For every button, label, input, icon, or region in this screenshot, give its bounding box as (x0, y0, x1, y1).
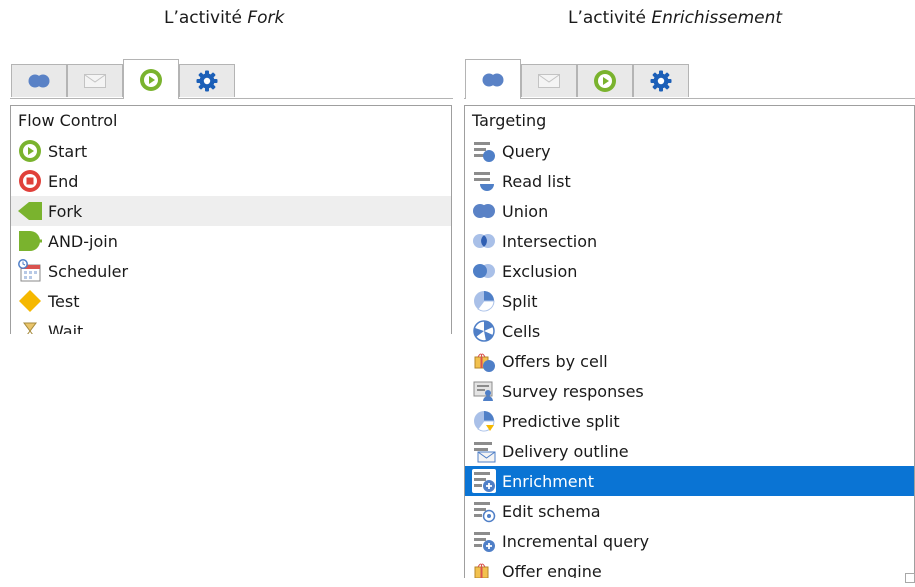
test-icon (19, 290, 41, 312)
tab-flow-control[interactable] (123, 59, 179, 99)
list-item-label: Query (502, 141, 551, 161)
list-item-label: Test (48, 291, 80, 311)
targeting-list: Targeting Query Read list Union Intersec… (464, 105, 915, 578)
list-item-scheduler[interactable]: Scheduler (11, 256, 451, 286)
intersection-icon (473, 234, 495, 248)
list-item-label: Union (502, 201, 549, 221)
list-item-label: Read list (502, 171, 571, 191)
list-item-enrichment[interactable]: Enrichment (465, 466, 914, 496)
list-item-label: Start (48, 141, 88, 161)
list-header-targeting: Targeting (472, 111, 547, 130)
cells-icon (473, 320, 495, 342)
list-item-edit-schema[interactable]: Edit schema (465, 496, 914, 526)
play-icon (594, 70, 616, 92)
fork-activity-palette: Flow Control Start End Fork AND-join Sch… (10, 58, 453, 334)
list-item-label: Intersection (502, 231, 598, 251)
tab-delivery[interactable] (521, 64, 577, 97)
list-item-label: Split (502, 291, 538, 311)
tab-targeting[interactable] (11, 64, 67, 97)
tab-targeting[interactable] (465, 59, 521, 99)
tab-flow-control[interactable] (577, 64, 633, 97)
tab-tools[interactable] (179, 64, 235, 97)
list-item-label: Incremental query (502, 531, 650, 551)
offers-by-cell-icon (474, 353, 495, 372)
list-item-delivery-outline[interactable]: Delivery outline (465, 436, 914, 466)
offer-engine-icon (474, 563, 489, 578)
enrichment-activity-palette: Targeting Query Read list Union Intersec… (464, 58, 915, 578)
list-item-label: Offer engine (502, 561, 602, 579)
union-icon (473, 204, 495, 218)
targeting-icon (482, 73, 504, 86)
scheduler-icon (18, 259, 41, 282)
list-item-union[interactable]: Union (465, 196, 914, 226)
play-icon (140, 68, 162, 91)
list-item-label: AND-join (48, 231, 118, 251)
caption-enrichment-activity: Enrichissement (651, 8, 783, 28)
list-item-offer-engine[interactable]: Offer engine (465, 556, 914, 578)
list-item-label: Enrichment (502, 471, 595, 491)
resize-corner (905, 573, 915, 583)
palette-tabbar (10, 58, 453, 99)
list-item-label: Delivery outline (502, 441, 629, 461)
list-item-intersection[interactable]: Intersection (465, 226, 914, 256)
targeting-icon (28, 74, 50, 88)
tab-tools[interactable] (633, 64, 689, 97)
delivery-outline-icon (474, 442, 496, 463)
gear-icon (650, 70, 672, 92)
caption-fork-activity: Fork (247, 8, 285, 28)
caption-enrichment: L’activité Enrichissement (568, 8, 782, 28)
list-item-label: Predictive split (502, 411, 620, 431)
list-item-incremental-query[interactable]: Incremental query (465, 526, 914, 556)
end-icon (19, 170, 41, 192)
and-join-icon (19, 231, 42, 251)
list-item-and-join[interactable]: AND-join (11, 226, 451, 256)
wait-icon (23, 322, 37, 334)
predictive-split-icon (474, 411, 495, 432)
list-item-label: Offers by cell (502, 351, 608, 371)
fork-icon (18, 202, 42, 220)
flow-control-list: Flow Control Start End Fork AND-join Sch… (10, 105, 452, 334)
list-item-label: End (48, 171, 79, 191)
exclusion-icon (473, 264, 495, 278)
read-list-icon (474, 172, 494, 191)
edit-schema-icon (474, 502, 496, 523)
envelope-icon (538, 74, 560, 88)
palette-tabbar (464, 58, 915, 99)
list-item-test[interactable]: Test (11, 286, 451, 316)
list-item-read-list[interactable]: Read list (465, 166, 914, 196)
list-item-label: Fork (48, 201, 83, 221)
start-icon (19, 140, 41, 162)
list-header-flow-control: Flow Control (18, 111, 118, 130)
tabbar-divider (10, 98, 453, 99)
list-item-label: Wait (48, 321, 84, 335)
list-item-split[interactable]: Split (465, 286, 914, 316)
list-item-offers-by-cell[interactable]: Offers by cell (465, 346, 914, 376)
gear-icon (196, 70, 218, 92)
list-item-label: Cells (502, 321, 541, 341)
caption-enrichment-prefix: L’activité (568, 8, 652, 28)
list-item-survey-responses[interactable]: Survey responses (465, 376, 914, 406)
list-item-label: Edit schema (502, 501, 601, 521)
list-item-query[interactable]: Query (465, 136, 914, 166)
list-item-label: Exclusion (502, 261, 578, 281)
tabbar-divider (464, 98, 915, 99)
list-item-exclusion[interactable]: Exclusion (465, 256, 914, 286)
split-icon (474, 291, 495, 312)
list-item-fork[interactable]: Fork (11, 196, 451, 226)
list-item-label: Scheduler (48, 261, 129, 281)
enrichment-icon (472, 469, 496, 493)
caption-fork: L’activité Fork (164, 8, 284, 28)
envelope-icon (84, 74, 106, 88)
list-item-cells[interactable]: Cells (465, 316, 914, 346)
list-item-start[interactable]: Start (11, 136, 451, 166)
survey-responses-icon (473, 381, 493, 401)
list-item-predictive-split[interactable]: Predictive split (465, 406, 914, 436)
query-icon (474, 142, 495, 162)
list-item-label: Survey responses (502, 381, 644, 401)
list-item-end[interactable]: End (11, 166, 451, 196)
list-item-wait[interactable]: Wait (11, 316, 451, 334)
tab-delivery[interactable] (67, 64, 123, 97)
incremental-query-icon (474, 532, 495, 552)
caption-fork-prefix: L’activité (164, 8, 248, 28)
